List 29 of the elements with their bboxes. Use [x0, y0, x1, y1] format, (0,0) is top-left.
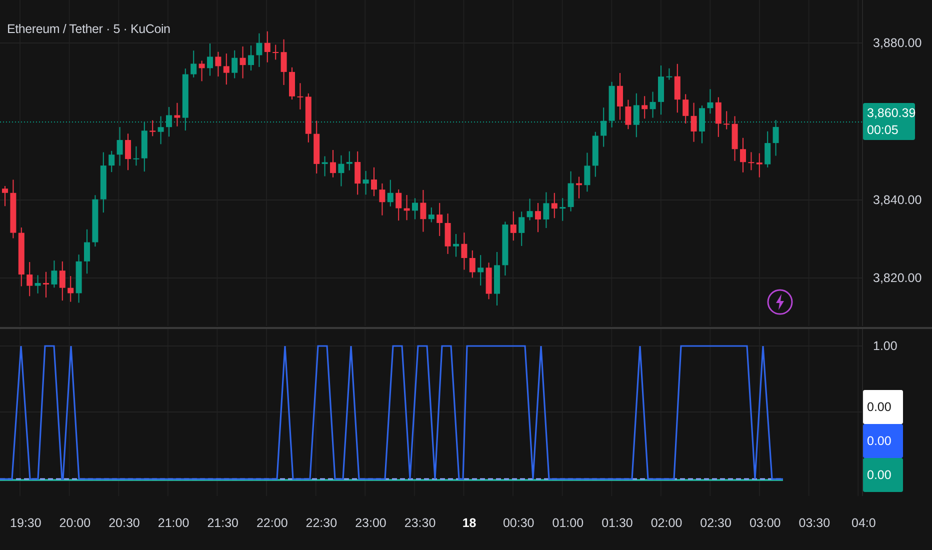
time-label: 23:00	[354, 516, 388, 530]
time-label: 21:30	[206, 516, 240, 530]
time-label: 22:00	[255, 516, 289, 530]
time-label: 22:30	[304, 516, 338, 530]
price-label: 3,840.00	[873, 193, 922, 207]
time-label: 19:30	[9, 516, 42, 530]
time-label: 02:00	[650, 516, 684, 530]
bar-countdown: 00:05	[867, 123, 900, 137]
symbol-title: Ethereum / Tether · 5 · KuCoin	[7, 22, 170, 36]
time-label: 23:30	[403, 516, 437, 530]
time-label: 00:30	[502, 516, 536, 530]
time-label: 21:00	[156, 516, 190, 530]
time-label: 01:00	[551, 516, 585, 530]
time-label: 03:30	[798, 516, 832, 530]
time-label: 20:00	[58, 516, 92, 530]
indicator-scale-label: 1.00	[873, 339, 898, 353]
time-label: 04:0	[850, 516, 877, 530]
time-label: 03:00	[748, 516, 782, 530]
indicator-value: 0.00	[863, 390, 903, 424]
lightning-icon[interactable]	[767, 288, 793, 316]
time-label: 18	[461, 516, 478, 530]
time-label: 02:30	[699, 516, 732, 530]
price-label: 3,880.00	[873, 36, 922, 50]
indicator-value: 0.00	[863, 424, 903, 458]
price-label: 3,820.00	[873, 271, 922, 285]
last-price: 3,860.39	[867, 106, 915, 120]
time-label: 01:30	[600, 516, 634, 530]
indicator-value: 0.00	[863, 458, 903, 492]
time-label: 20:30	[108, 516, 141, 530]
